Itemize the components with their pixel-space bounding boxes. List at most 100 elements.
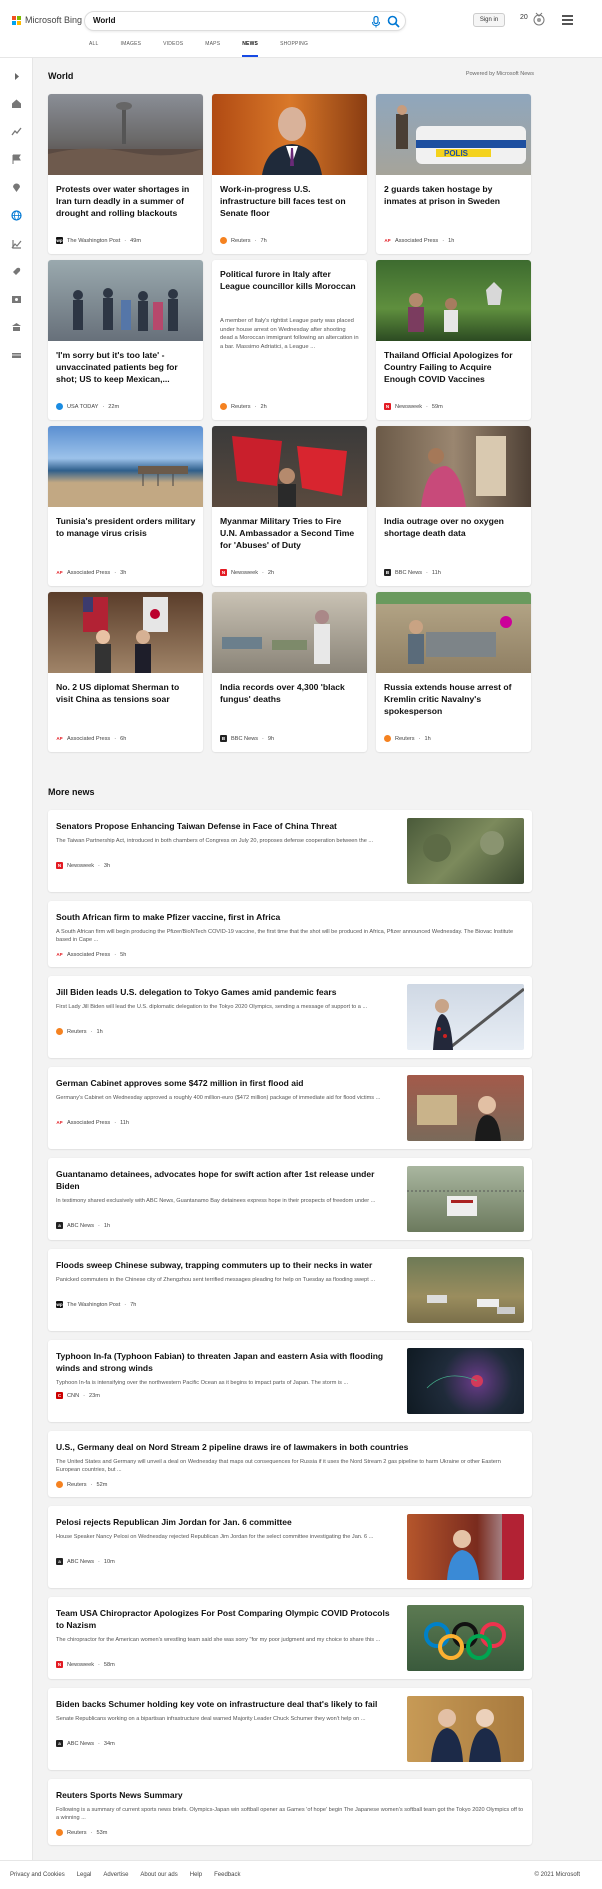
- card-title[interactable]: Myanmar Military Tries to Fire U.N. Amba…: [220, 515, 360, 551]
- footer-link-about-ads[interactable]: About our ads: [140, 1872, 177, 1878]
- item-title[interactable]: Reuters Sports News Summary: [56, 1789, 526, 1801]
- rocket-icon[interactable]: [11, 266, 22, 277]
- location-pin-icon[interactable]: [11, 182, 22, 193]
- wapo-icon: wp: [56, 1301, 63, 1308]
- expand-chevron-icon[interactable]: [11, 71, 22, 82]
- card-title[interactable]: Political furore in Italy after League c…: [220, 268, 360, 292]
- news-card[interactable]: India outrage over no oxygen shortage de…: [376, 426, 531, 586]
- sign-in-button[interactable]: Sign in: [473, 13, 505, 27]
- news-card[interactable]: Tunisia's president orders military to m…: [48, 426, 203, 586]
- more-news-item[interactable]: Jill Biden leads U.S. delegation to Toky…: [48, 976, 532, 1058]
- search-icon[interactable]: [387, 15, 400, 28]
- more-news-item[interactable]: Team USA Chiropractor Apologizes For Pos…: [48, 1597, 532, 1679]
- tab-news[interactable]: NEWS: [242, 41, 258, 57]
- footer-link-legal[interactable]: Legal: [77, 1872, 92, 1878]
- item-thumbnail: [407, 1696, 524, 1762]
- more-news-item[interactable]: Pelosi rejects Republican Jim Jordan for…: [48, 1506, 532, 1588]
- tab-images[interactable]: IMAGES: [121, 41, 142, 57]
- rewards-medal-icon[interactable]: [532, 11, 546, 27]
- more-news-item[interactable]: Biden backs Schumer holding key vote on …: [48, 1688, 532, 1770]
- tab-videos[interactable]: VIDEOS: [163, 41, 183, 57]
- search-input[interactable]: [93, 16, 353, 25]
- card-title[interactable]: Work-in-progress U.S. infrastructure bil…: [220, 183, 360, 219]
- item-title[interactable]: German Cabinet approves some $472 millio…: [56, 1077, 396, 1089]
- card-image: [376, 426, 531, 507]
- source-name: Newsweek: [395, 403, 423, 410]
- item-snippet: The United States and Germany will unvei…: [56, 1459, 501, 1473]
- item-snippet: Senate Republicans working on a bipartis…: [56, 1716, 366, 1722]
- money-icon[interactable]: [11, 350, 22, 361]
- item-title[interactable]: U.S., Germany deal on Nord Stream 2 pipe…: [56, 1441, 526, 1453]
- politics-building-icon[interactable]: [11, 322, 22, 333]
- item-title[interactable]: Typhoon In-fa (Typhoon Fabian) to threat…: [56, 1350, 396, 1374]
- article-age: 1h: [424, 735, 431, 742]
- item-title[interactable]: Floods sweep Chinese subway, trapping co…: [56, 1259, 396, 1271]
- card-title[interactable]: Russia extends house arrest of Kremlin c…: [384, 681, 524, 717]
- footer-link-feedback[interactable]: Feedback: [214, 1872, 240, 1878]
- tab-maps[interactable]: MAPS: [205, 41, 220, 57]
- menu-icon[interactable]: [562, 15, 573, 25]
- item-title[interactable]: Biden backs Schumer holding key vote on …: [56, 1698, 396, 1710]
- flag-icon[interactable]: [11, 154, 22, 165]
- news-card[interactable]: Protests over water shortages in Iran tu…: [48, 94, 203, 254]
- reuters-icon: [220, 403, 227, 410]
- item-title[interactable]: Pelosi rejects Republican Jim Jordan for…: [56, 1516, 396, 1528]
- more-news-item[interactable]: South African firm to make Pfizer vaccin…: [48, 901, 532, 967]
- item-snippet: Germany's Cabinet on Wednesday approved …: [56, 1095, 381, 1101]
- more-news-item[interactable]: Typhoon In-fa (Typhoon Fabian) to threat…: [48, 1340, 532, 1422]
- trending-icon[interactable]: [11, 126, 22, 137]
- card-title[interactable]: Thailand Official Apologizes for Country…: [384, 349, 524, 385]
- card-title[interactable]: No. 2 US diplomat Sherman to visit China…: [56, 681, 196, 705]
- more-news-item[interactable]: Floods sweep Chinese subway, trapping co…: [48, 1249, 532, 1331]
- abc-icon: a: [56, 1558, 63, 1565]
- globe-icon[interactable]: [11, 210, 22, 221]
- news-card[interactable]: POLIS 2 guards taken hostage by inmates …: [376, 94, 531, 254]
- ap-icon: AP: [56, 1119, 63, 1126]
- card-title[interactable]: 2 guards taken hostage by inmates at pri…: [384, 183, 524, 207]
- reuters-icon: [56, 1481, 63, 1488]
- news-card-text-only[interactable]: Political furore in Italy after League c…: [212, 260, 367, 420]
- item-title[interactable]: South African firm to make Pfizer vaccin…: [56, 911, 396, 923]
- item-thumbnail: [407, 1166, 524, 1232]
- footer-link-help[interactable]: Help: [190, 1872, 202, 1878]
- rewards-count[interactable]: 20: [520, 14, 528, 21]
- card-title[interactable]: 'I'm sorry but it's too late' - unvaccin…: [56, 349, 196, 385]
- news-card[interactable]: Work-in-progress U.S. infrastructure bil…: [212, 94, 367, 254]
- bing-logo[interactable]: Microsoft Bing: [12, 15, 82, 25]
- tab-all[interactable]: ALL: [89, 41, 99, 57]
- card-source: AP Associated Press · 1h: [384, 237, 455, 244]
- more-news-item[interactable]: Guantanamo detainees, advocates hope for…: [48, 1158, 532, 1240]
- more-news-item[interactable]: Senators Propose Enhancing Taiwan Defens…: [48, 810, 532, 892]
- item-thumbnail: [407, 818, 524, 884]
- card-source: AP Associated Press · 6h: [56, 735, 127, 742]
- item-title[interactable]: Guantanamo detainees, advocates hope for…: [56, 1168, 396, 1192]
- film-icon[interactable]: [11, 294, 22, 305]
- news-card[interactable]: Russia extends house arrest of Kremlin c…: [376, 592, 531, 752]
- footer-link-advertise[interactable]: Advertise: [103, 1872, 128, 1878]
- more-news-item[interactable]: Reuters Sports News Summary Following is…: [48, 1779, 532, 1845]
- card-title[interactable]: Tunisia's president orders military to m…: [56, 515, 196, 539]
- item-title[interactable]: Team USA Chiropractor Apologizes For Pos…: [56, 1607, 396, 1631]
- news-card[interactable]: India records over 4,300 'black fungus' …: [212, 592, 367, 752]
- news-card[interactable]: Thailand Official Apologizes for Country…: [376, 260, 531, 420]
- cnn-icon: C: [56, 1392, 63, 1399]
- card-title[interactable]: India records over 4,300 'black fungus' …: [220, 681, 360, 705]
- home-icon[interactable]: [11, 98, 22, 109]
- search-box[interactable]: [84, 11, 406, 31]
- more-news-item[interactable]: German Cabinet approves some $472 millio…: [48, 1067, 532, 1149]
- business-chart-icon[interactable]: [11, 238, 22, 249]
- news-card[interactable]: 'I'm sorry but it's too late' - unvaccin…: [48, 260, 203, 420]
- article-age: 49m: [130, 237, 142, 244]
- category-rail: [0, 58, 33, 1860]
- news-card[interactable]: Myanmar Military Tries to Fire U.N. Amba…: [212, 426, 367, 586]
- more-news-item[interactable]: U.S., Germany deal on Nord Stream 2 pipe…: [48, 1431, 532, 1497]
- item-title[interactable]: Senators Propose Enhancing Taiwan Defens…: [56, 820, 396, 832]
- news-card[interactable]: No. 2 US diplomat Sherman to visit China…: [48, 592, 203, 752]
- card-title[interactable]: Protests over water shortages in Iran tu…: [56, 183, 196, 219]
- article-age: 10m: [103, 1558, 115, 1565]
- card-title[interactable]: India outrage over no oxygen shortage de…: [384, 515, 524, 539]
- microphone-icon[interactable]: [371, 16, 381, 28]
- tab-shopping[interactable]: SHOPPING: [280, 41, 308, 57]
- item-title[interactable]: Jill Biden leads U.S. delegation to Toky…: [56, 986, 396, 998]
- footer-link-privacy[interactable]: Privacy and Cookies: [10, 1872, 65, 1878]
